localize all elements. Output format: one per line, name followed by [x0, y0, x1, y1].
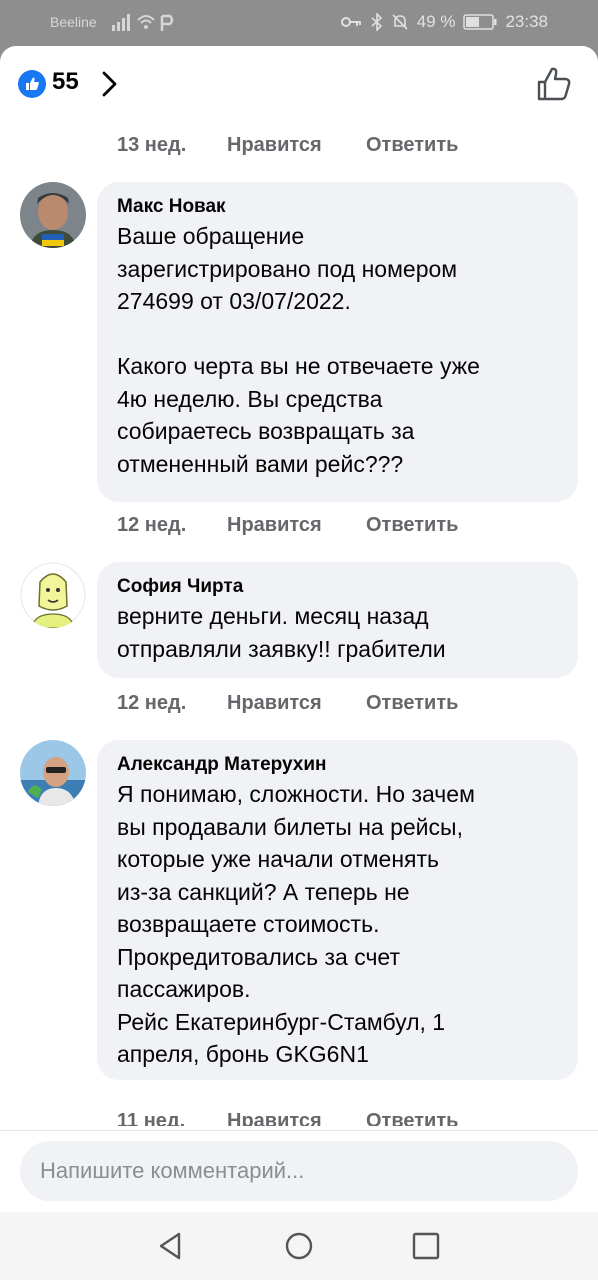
avatar[interactable] — [20, 740, 86, 806]
comment-time: 12 нед. — [117, 692, 187, 714]
comment-input[interactable] — [40, 1158, 578, 1184]
comment-composer — [0, 1130, 598, 1212]
comment-bubble[interactable]: София Чирта верните деньги. месяц назад … — [97, 562, 578, 678]
comment-meta: 13 нед. Нравится Ответить — [117, 134, 458, 157]
comment-meta: 11 нед. Нравится Ответить — [117, 1110, 458, 1126]
bluetooth-icon — [371, 13, 382, 31]
comments-sheet: 55 13 нед. Нравится Ответить Макс Новак … — [0, 46, 598, 1280]
battery-percent: 49 % — [416, 12, 456, 31]
battery-icon — [463, 14, 497, 30]
reaction-count[interactable]: 55 — [52, 68, 79, 96]
comment-time: 13 нед. — [117, 134, 187, 156]
comment-text: Я понимаю, сложности. Но зачем вы продав… — [117, 781, 475, 1067]
avatar[interactable] — [20, 182, 86, 248]
comment-reply-button[interactable]: Ответить — [366, 514, 458, 537]
signal-wifi-icons — [112, 14, 174, 31]
system-nav-bar — [0, 1212, 598, 1280]
comment-like-button[interactable]: Нравится — [227, 134, 366, 157]
comment-author[interactable]: Александр Матерухин — [117, 752, 558, 778]
clock: 23:38 — [505, 12, 548, 31]
key-icon — [340, 17, 361, 27]
comment-author[interactable]: Макс Новак — [117, 194, 558, 220]
avatar[interactable] — [20, 562, 86, 628]
comment-list[interactable]: 13 нед. Нравится Ответить Макс Новак Ваш… — [0, 126, 598, 1126]
carrier-name: Beeline — [50, 14, 97, 30]
reactions-header: 55 — [0, 46, 598, 126]
comment-reply-button[interactable]: Ответить — [366, 1110, 458, 1126]
like-button-icon[interactable] — [536, 66, 572, 102]
status-right: 49 % 23:38 — [340, 12, 548, 32]
comment-meta: 12 нед. Нравится Ответить — [117, 692, 458, 715]
comment-author[interactable]: София Чирта — [117, 574, 558, 600]
comment-like-button[interactable]: Нравится — [227, 1110, 366, 1126]
comment-bubble[interactable]: Макс Новак Ваше обращение зарегистрирова… — [97, 182, 578, 502]
mute-icon — [392, 14, 408, 30]
comment-like-button[interactable]: Нравится — [227, 514, 366, 537]
comment-input-container[interactable] — [20, 1141, 578, 1201]
comment-meta: 12 нед. Нравится Ответить — [117, 514, 458, 537]
chevron-right-icon[interactable] — [100, 70, 120, 98]
comment-time: 12 нед. — [117, 514, 187, 536]
comment-like-button[interactable]: Нравится — [227, 692, 366, 715]
comment-text: Ваше обращение зарегистрировано под номе… — [117, 223, 480, 477]
comment-text: верните деньги. месяц назад отправляли з… — [117, 603, 446, 662]
back-nav-icon[interactable] — [152, 1228, 188, 1264]
home-nav-icon[interactable] — [281, 1228, 317, 1264]
comment-bubble[interactable]: Александр Матерухин Я понимаю, сложности… — [97, 740, 578, 1080]
comment-reply-button[interactable]: Ответить — [366, 692, 458, 715]
recents-nav-icon[interactable] — [408, 1228, 444, 1264]
like-reaction-icon[interactable] — [18, 70, 46, 98]
comment-time: 11 нед. — [117, 1110, 186, 1126]
comment-reply-button[interactable]: Ответить — [366, 134, 458, 157]
status-bar: Beeline 49 % 23:38 — [0, 0, 598, 46]
